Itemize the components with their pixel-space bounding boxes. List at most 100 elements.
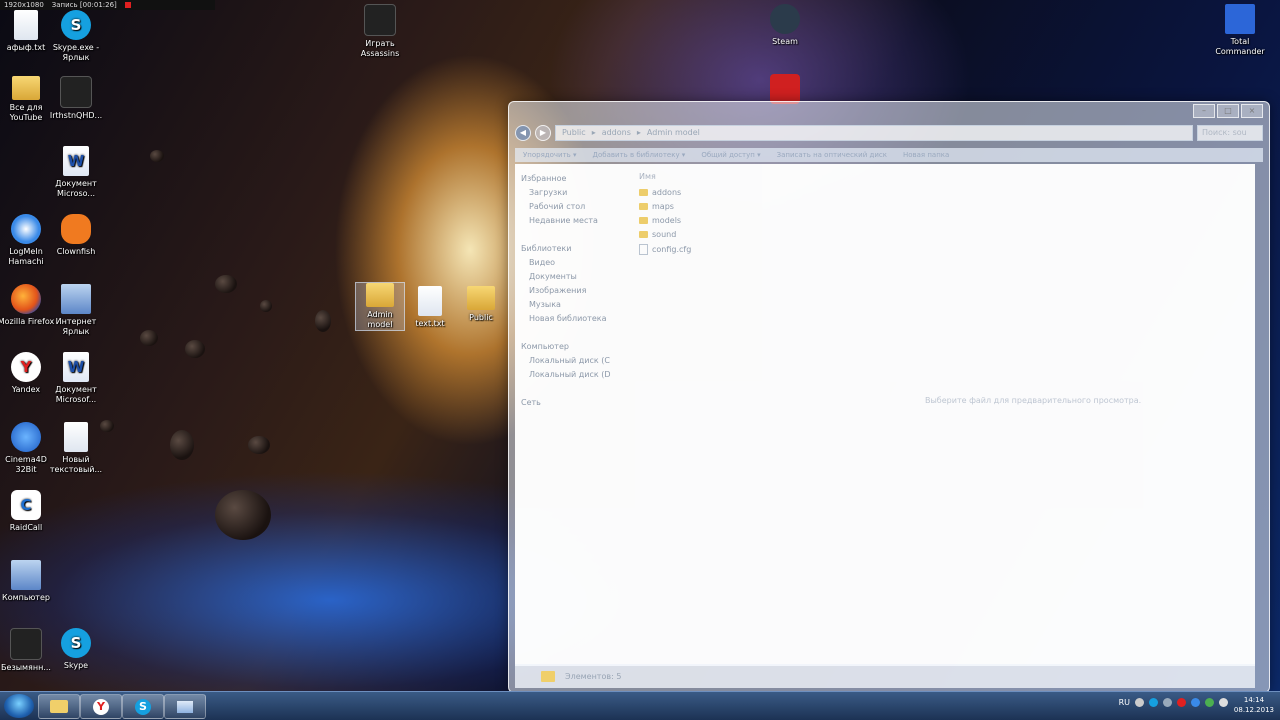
system-tray: RU [1119,698,1228,707]
folder-icon [639,203,648,210]
column-header-name[interactable]: Имя [639,172,656,181]
breadcrumb-admin-model[interactable]: Admin model [647,126,700,140]
dota-icon [770,74,800,104]
explorer-window[interactable]: – □ × ◀ ▶ Public ▸ addons ▸ Admin model … [508,101,1270,693]
nav-item-images[interactable]: Изображения [529,286,586,295]
list-item[interactable]: maps [639,202,674,211]
nav-favorites-header[interactable]: Избранное [521,174,566,183]
search-input[interactable]: Поиск: sou [1197,125,1263,141]
folder-icon [12,76,40,100]
nav-item-music[interactable]: Музыка [529,300,561,309]
navigation-pane: Избранное Загрузки Рабочий стол Недавние… [515,164,615,666]
forward-button[interactable]: ▶ [535,125,551,141]
nav-libraries-header[interactable]: Библиотеки [521,244,571,253]
folder-icon [639,217,648,224]
start-button[interactable] [4,694,34,718]
nav-item-desktop[interactable]: Рабочий стол [529,202,585,211]
list-item[interactable]: models [639,216,681,225]
text-file-icon [64,422,88,452]
record-icon[interactable] [124,2,131,8]
desktop-icon-assassins[interactable]: Играть Assassins [350,4,410,59]
clock[interactable]: 14:14 08.12.2013 [1234,695,1274,715]
steam-icon [770,4,800,34]
desktop-icon-raidcall[interactable]: C RaidCall [0,490,56,533]
list-item[interactable]: sound [639,230,676,239]
folder-icon [541,670,555,682]
nav-network[interactable]: Сеть [521,398,541,407]
nav-computer-header[interactable]: Компьютер [521,342,569,351]
desktop-icon-word-doc-2[interactable]: W Документ Microsof... [46,352,106,405]
steam-tray-icon[interactable] [1163,698,1172,707]
taskbar-skype[interactable]: S [122,694,164,719]
breadcrumb-public[interactable]: Public [562,126,586,140]
minimize-button[interactable]: – [1193,104,1215,118]
close-button[interactable]: × [1241,104,1263,118]
organize-button[interactable]: Упорядочить ▾ [523,151,577,159]
desktop-icon-admin-model[interactable]: Admin model [355,282,405,331]
taskbar-yandex[interactable]: Y [80,694,122,719]
update-tray-icon[interactable] [1205,698,1214,707]
taskbar: Y S RU 14:14 08.12.2013 [0,691,1280,720]
raidcall-icon: C [11,490,41,520]
skype-tray-icon[interactable] [1149,698,1158,707]
language-indicator[interactable]: RU [1119,698,1130,707]
yandex-icon: Y [93,698,109,715]
nav-item-recent[interactable]: Недавние места [529,216,598,225]
cinema4d-icon [11,422,41,452]
list-item[interactable]: config.cfg [639,244,691,255]
desktop-icon-new-text[interactable]: Новый текстовый... [46,422,106,475]
nav-item-video[interactable]: Видео [529,258,555,267]
asteroid [248,436,270,454]
nav-item-downloads[interactable]: Загрузки [529,188,567,197]
folder-icon [639,189,648,196]
game-icon [364,4,396,36]
back-button[interactable]: ◀ [515,125,531,141]
add-to-library-button[interactable]: Добавить в библиотеку ▾ [593,151,686,159]
volume-icon[interactable] [1135,698,1144,707]
computer-icon [11,560,41,590]
asteroid [140,330,158,346]
nav-item-drive-c[interactable]: Локальный диск (C [529,356,610,365]
desktop-icon-text-txt[interactable]: text.txt [404,286,456,329]
desktop-icon-steam[interactable]: Steam [755,4,815,47]
address-bar[interactable]: Public ▸ addons ▸ Admin model [555,125,1193,141]
list-item[interactable]: addons [639,188,681,197]
desktop-icon-clownfish[interactable]: Clownfish [46,214,106,257]
hamachi-tray-icon[interactable] [1191,698,1200,707]
desktop-icon-skype-exe[interactable]: S Skype.exe - Ярлык [46,10,106,63]
asteroid [170,430,194,460]
taskbar-explorer[interactable] [38,694,80,719]
window-controls: – □ × [1193,104,1263,118]
desktop-icon-internet-shortcut[interactable]: Интернет Ярлык [46,284,106,337]
recorder-status: Запись [00:01:26] [51,1,117,9]
recorder-tray-icon[interactable] [1177,698,1186,707]
desktop-icon-word-doc-1[interactable]: W Документ Microso... [46,146,106,199]
desktop-icon-public[interactable]: Public [456,286,506,323]
window-switch-icon [177,700,193,713]
desktop-icon-skype[interactable]: S Skype [46,628,106,671]
image-icon [60,76,92,108]
skype-icon: S [61,628,91,658]
nav-item-drive-d[interactable]: Локальный диск (D [529,370,611,379]
maximize-button[interactable]: □ [1217,104,1239,118]
new-folder-button[interactable]: Новая папка [903,151,949,159]
breadcrumb-separator-icon: ▸ [636,128,641,137]
breadcrumb-addons[interactable]: addons [602,126,631,140]
floppy-disk-icon [1225,4,1255,34]
image-icon [10,628,42,660]
explorer-content: Избранное Загрузки Рабочий стол Недавние… [515,164,1255,666]
nav-item-new-library[interactable]: Новая библиотека [529,314,606,323]
share-button[interactable]: Общий доступ ▾ [701,151,760,159]
network-tray-icon[interactable] [1219,698,1228,707]
recorder-resolution: 1920x1080 [4,1,44,9]
desktop-icon-image[interactable]: IrthstnQHD... [46,76,106,121]
folder-icon [639,231,648,238]
word-document-icon: W [63,146,89,176]
desktop-icon-total-commander[interactable]: Total Commander [1210,4,1270,57]
taskbar-window-switch[interactable] [164,694,206,719]
folder-icon [50,700,68,713]
asteroid [150,150,164,162]
nav-item-documents[interactable]: Документы [529,272,577,281]
desktop-icon-computer[interactable]: Компьютер [0,560,56,603]
burn-button[interactable]: Записать на оптический диск [777,151,887,159]
